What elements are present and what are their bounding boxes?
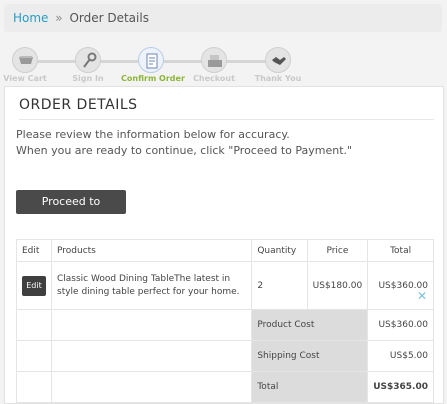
cart-icon	[12, 47, 38, 73]
header-edit: Edit	[16, 239, 52, 262]
order-details-panel: ORDER DETAILS Please review the informat…	[4, 86, 444, 404]
step-label: View Cart	[3, 74, 47, 83]
table-row: Edit Classic Wood Dining TableThe latest…	[16, 261, 434, 310]
handshake-icon	[265, 47, 291, 73]
step-label: Sign In	[72, 74, 104, 83]
page-title: ORDER DETAILS	[19, 97, 138, 113]
step-label: Confirm Order	[121, 74, 185, 83]
checkout-progress: View Cart Sign In Confirm Order Checkout…	[0, 44, 320, 84]
summary-row-total: Total US$365.00	[16, 371, 434, 403]
item-quantity: 2	[251, 261, 308, 310]
edit-button[interactable]: Edit	[22, 275, 46, 296]
step-checkout[interactable]: Checkout	[184, 44, 244, 83]
breadcrumb: Home » Order Details	[4, 4, 442, 32]
cash-register-icon	[201, 47, 227, 73]
key-icon	[75, 47, 101, 73]
order-table: Edit Products Quantity Price Total Edit …	[16, 239, 434, 403]
step-sign-in[interactable]: Sign In	[58, 44, 118, 83]
product-cost-value: US$360.00	[367, 309, 434, 341]
intro-line-2: When you are ready to continue, click "P…	[16, 144, 353, 157]
title-divider	[19, 119, 434, 120]
summary-row-product-cost: Product Cost US$360.00	[16, 309, 434, 341]
shipping-cost-value: US$5.00	[367, 340, 434, 372]
shipping-cost-label: Shipping Cost	[251, 340, 369, 372]
header-products: Products	[50, 239, 253, 262]
table-header-row: Edit Products Quantity Price Total	[16, 239, 434, 262]
header-total: Total	[367, 239, 434, 262]
intro-text: Please review the information below for …	[16, 127, 352, 159]
step-label: Thank You	[254, 74, 302, 83]
item-total-cell: US$360.00 ✕	[367, 261, 434, 310]
remove-icon[interactable]: ✕	[417, 289, 427, 303]
item-price: US$180.00	[306, 261, 369, 310]
step-thank-you[interactable]: Thank You	[248, 44, 308, 83]
document-icon	[138, 47, 164, 73]
total-label: Total	[251, 371, 369, 403]
header-quantity: Quantity	[251, 239, 308, 262]
step-view-cart[interactable]: View Cart	[0, 44, 55, 83]
product-cost-label: Product Cost	[251, 309, 369, 341]
summary-row-shipping: Shipping Cost US$5.00	[16, 340, 434, 372]
intro-line-1: Please review the information below for …	[16, 128, 290, 141]
step-label: Checkout	[193, 74, 235, 83]
total-value: US$365.00	[367, 371, 434, 403]
product-description: Classic Wood Dining TableThe latest in s…	[50, 261, 253, 310]
breadcrumb-home-link[interactable]: Home	[13, 11, 48, 25]
step-confirm-order[interactable]: Confirm Order	[121, 44, 185, 83]
proceed-to-payment-button[interactable]: Proceed to Payment	[16, 190, 126, 232]
breadcrumb-separator: »	[55, 11, 63, 25]
header-price: Price	[306, 239, 369, 262]
breadcrumb-current: Order Details	[69, 11, 149, 25]
